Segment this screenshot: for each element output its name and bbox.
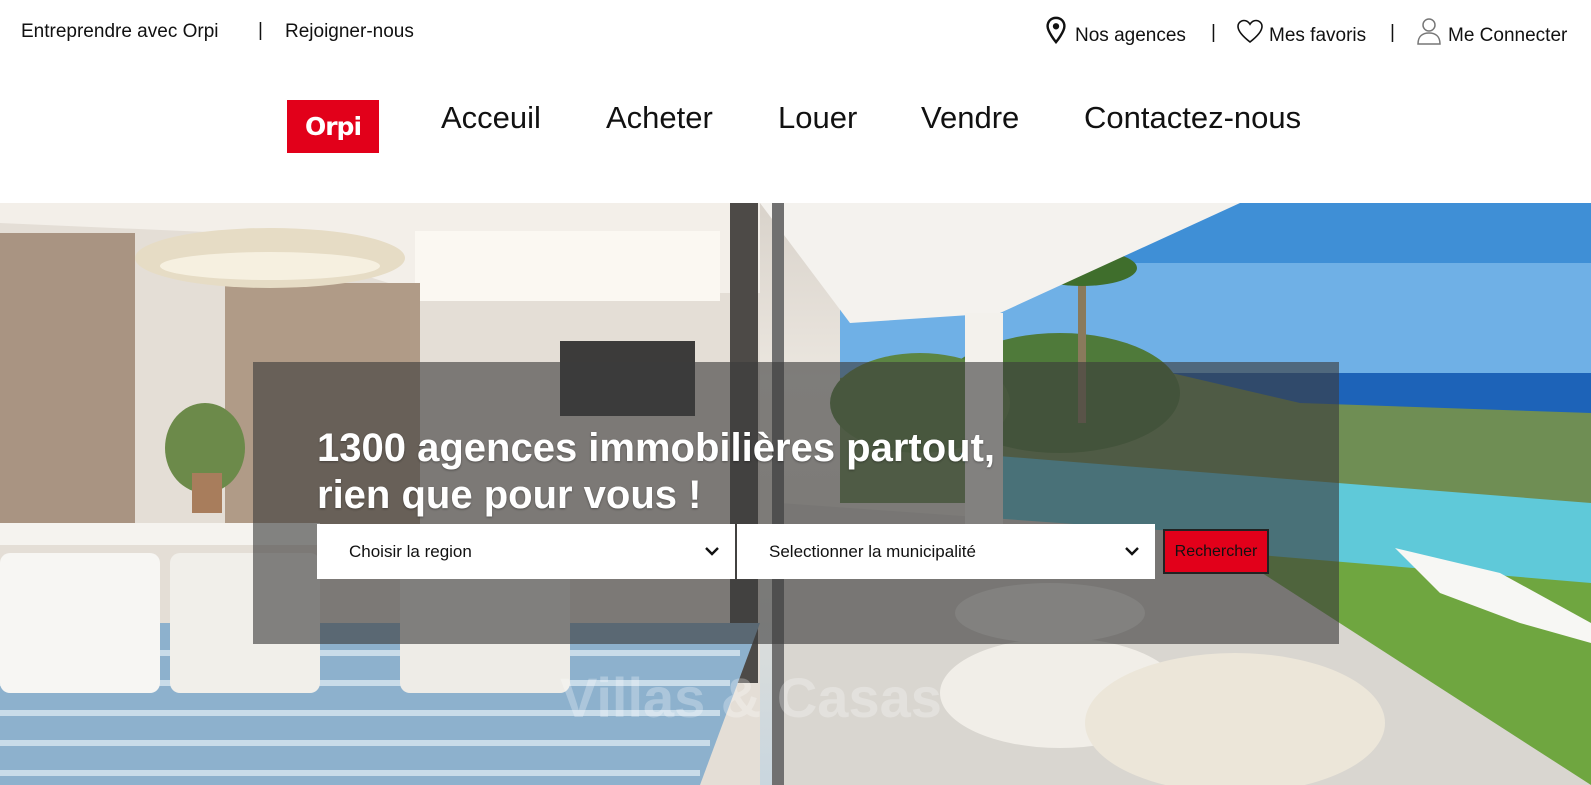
rejoigner-link[interactable]: Rejoigner-nous — [285, 21, 414, 43]
nav-item-contactez-nous[interactable]: Contactez-nous — [1084, 100, 1301, 136]
user-icon[interactable] — [1416, 17, 1442, 45]
orpi-logo[interactable]: Orpi — [287, 100, 379, 153]
search-button[interactable]: Rechercher — [1163, 529, 1269, 574]
hero-headline: 1300 agences immobilières partout, rien … — [317, 425, 1117, 519]
nav-item-acheter[interactable]: Acheter — [606, 100, 713, 136]
region-select-value: Choisir la region — [349, 542, 472, 561]
hero-headline-line2: rien que pour vous ! — [317, 473, 702, 517]
entreprendre-link[interactable]: Entreprendre avec Orpi — [21, 21, 219, 43]
chevron-down-icon — [703, 542, 721, 560]
nos-agences-link[interactable]: Nos agences — [1075, 25, 1186, 47]
chevron-down-icon — [1123, 542, 1141, 560]
watermark-text: Villas & Casas — [560, 666, 942, 729]
separator: | — [258, 20, 263, 41]
nav-item-louer[interactable]: Louer — [778, 100, 857, 136]
nav-item-acceuil[interactable]: Acceuil — [441, 100, 541, 136]
municipality-select-value: Selectionner la municipalité — [769, 542, 976, 561]
separator: | — [1390, 22, 1395, 43]
nav-item-vendre[interactable]: Vendre — [921, 100, 1019, 136]
municipality-select[interactable]: Selectionner la municipalité — [737, 524, 1155, 579]
me-connecter-link[interactable]: Me Connecter — [1448, 25, 1567, 47]
separator: | — [1211, 22, 1216, 43]
map-pin-icon[interactable] — [1044, 16, 1068, 44]
region-select[interactable]: Choisir la region — [317, 524, 735, 579]
mes-favoris-link[interactable]: Mes favoris — [1269, 25, 1366, 47]
top-utility-bar: Entreprendre avec Orpi | Rejoigner-nous … — [0, 0, 1591, 64]
logo-text: Orpi — [304, 112, 362, 141]
hero-headline-line1: 1300 agences immobilières partout, — [317, 426, 996, 470]
heart-icon[interactable] — [1236, 18, 1264, 44]
